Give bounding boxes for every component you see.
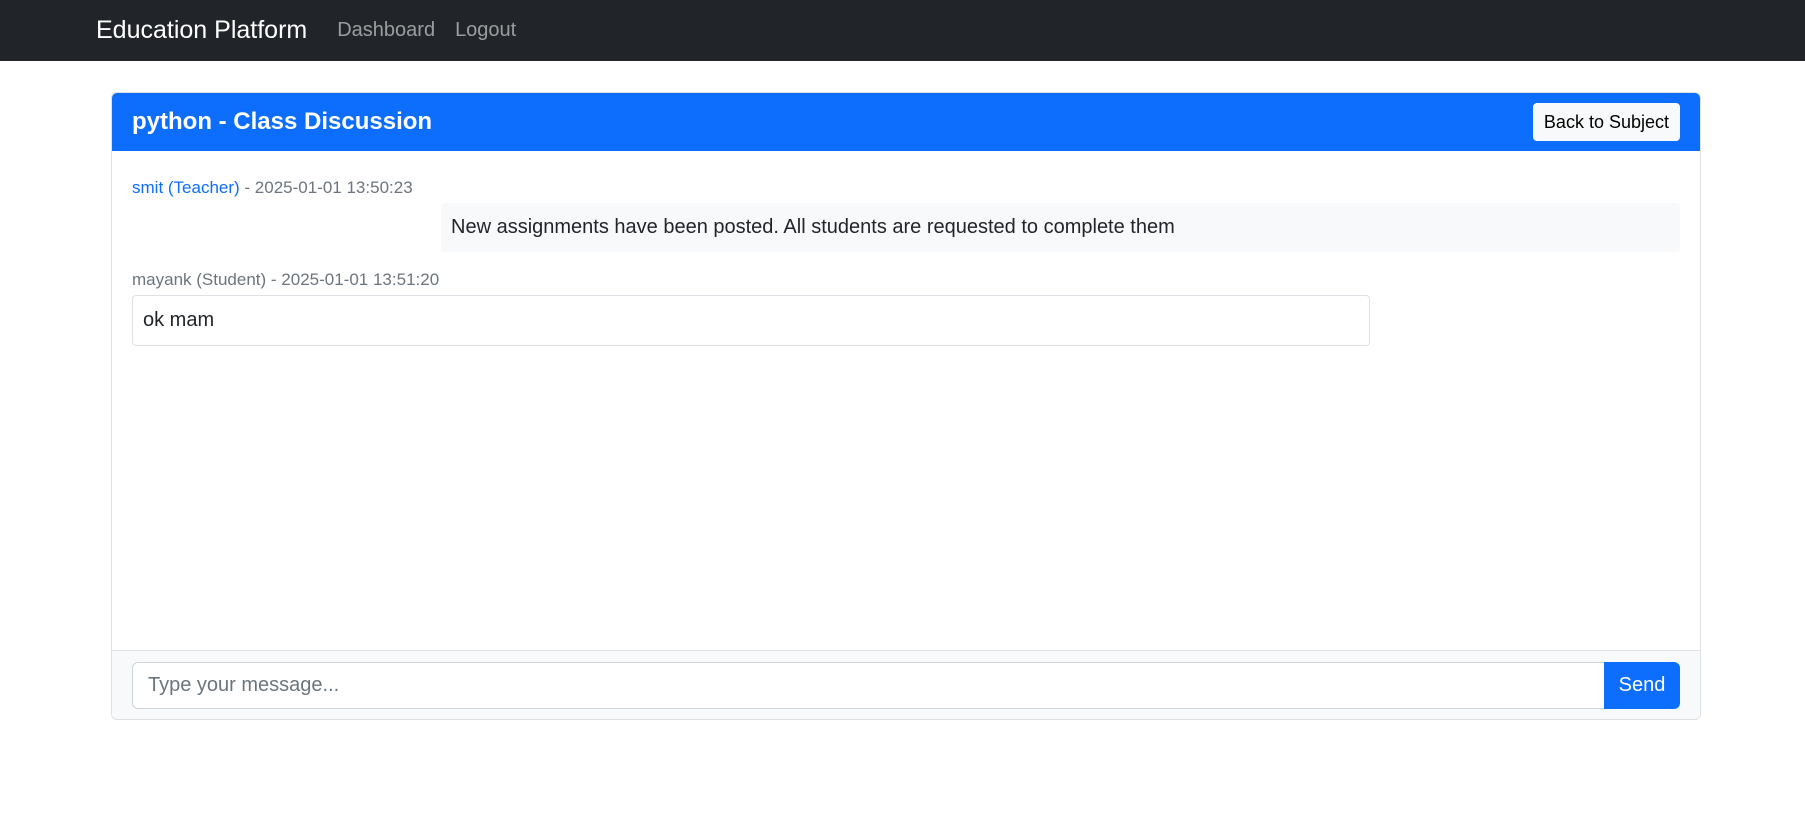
message-timestamp: 2025-01-01 13:50:23 [254,178,413,197]
message-composer: Send [112,650,1700,719]
message-input[interactable] [132,661,1604,709]
meta-separator: - [266,270,282,289]
message-list: smit (Teacher) - 2025-01-01 13:50:23 New… [112,151,1700,650]
back-to-subject-button[interactable]: Back to Subject [1532,103,1680,141]
message-bubble: New assignments have been posted. All st… [441,203,1680,252]
message-meta: mayank (Student) - 2025-01-01 13:51:20 [132,269,1680,291]
send-button[interactable]: Send [1604,661,1680,709]
message-author: mayank (Student) [132,270,267,289]
message-meta: smit (Teacher) - 2025-01-01 13:50:23 [132,177,1680,199]
message-item-teacher: smit (Teacher) - 2025-01-01 13:50:23 New… [132,177,1680,252]
top-navbar: Education Platform Dashboard Logout [0,0,1805,61]
message-timestamp: 2025-01-01 13:51:20 [281,270,440,289]
nav-link-logout[interactable]: Logout [455,19,516,42]
discussion-card: python - Class Discussion Back to Subjec… [111,92,1701,720]
message-bubble: ok mam [132,295,1370,346]
card-header: python - Class Discussion Back to Subjec… [112,93,1700,151]
meta-separator: - [239,178,255,197]
brand-link[interactable]: Education Platform [96,16,307,45]
message-item-student: mayank (Student) - 2025-01-01 13:51:20 o… [132,269,1680,346]
nav-link-dashboard[interactable]: Dashboard [337,19,435,42]
message-author-link[interactable]: smit (Teacher) [132,178,240,197]
page-title: python - Class Discussion [132,108,433,135]
